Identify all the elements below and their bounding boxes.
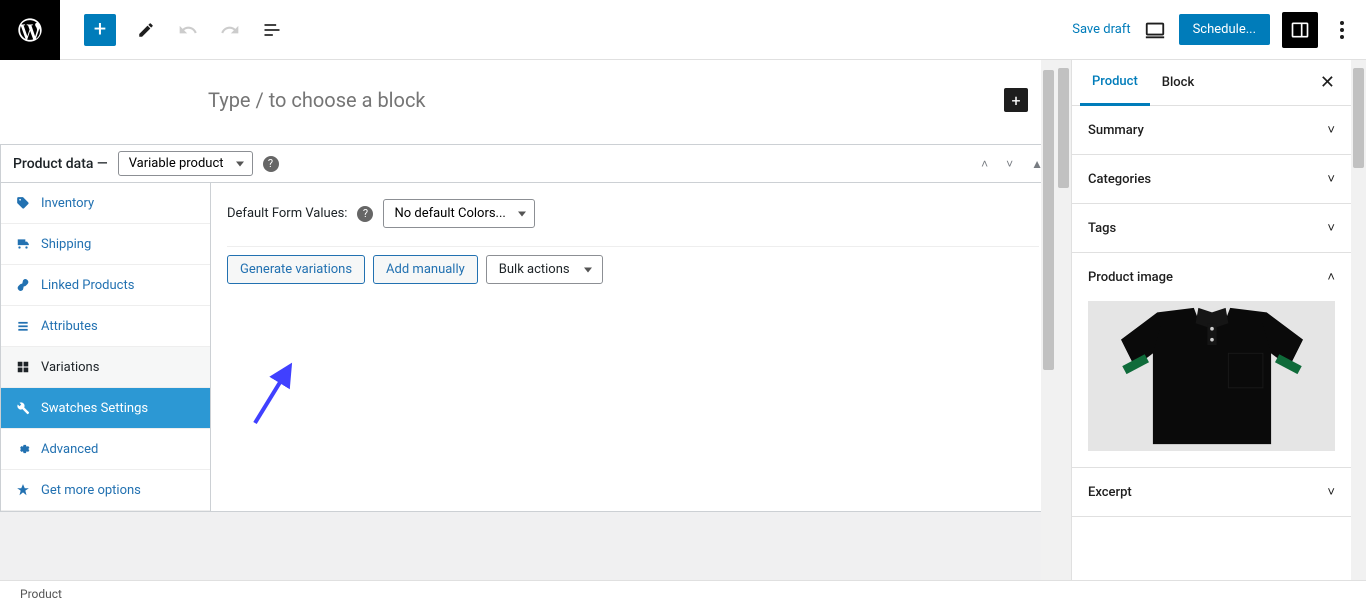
close-icon[interactable]: ✕ (1312, 64, 1343, 101)
gear-icon (15, 441, 31, 457)
tag-icon (15, 195, 31, 211)
product-type-select[interactable]: Variable product (118, 151, 253, 176)
tab-swatches-settings[interactable]: Swatches Settings (1, 388, 210, 429)
outer-scrollbar[interactable] (1056, 60, 1071, 580)
wrench-icon (15, 400, 31, 416)
polo-shirt-graphic (1112, 301, 1312, 451)
undo-icon (176, 18, 200, 42)
add-block-button[interactable]: + (84, 14, 116, 46)
chevron-down-icon: ˅ (1327, 171, 1335, 187)
tab-inventory[interactable]: Inventory (1, 183, 210, 224)
settings-sidebar: Product Block ✕ Summary˅ Categories˅ Tag… (1071, 60, 1351, 580)
panel-collapse-controls: ˄ ˅ ▲ (981, 157, 1043, 171)
generate-variations-button[interactable]: Generate variations (227, 255, 365, 284)
default-form-values-label: Default Form Values: (227, 206, 347, 221)
tab-advanced[interactable]: Advanced (1, 429, 210, 470)
default-form-values-row: Default Form Values: ? No default Colors… (227, 199, 1039, 228)
truck-icon (15, 236, 31, 252)
panel-summary[interactable]: Summary˅ (1072, 106, 1351, 155)
tab-linked-products[interactable]: Linked Products (1, 265, 210, 306)
chevron-down-icon[interactable]: ˅ (1006, 157, 1013, 171)
list-icon (15, 318, 31, 334)
tab-variations[interactable]: Variations (1, 347, 210, 388)
product-data-tabs: Inventory Shipping Linked Products Attri… (1, 183, 211, 511)
product-data-label: Product data — (13, 156, 108, 172)
grid-icon (15, 359, 31, 375)
list-view-icon[interactable] (260, 18, 284, 42)
product-image-box[interactable] (1072, 301, 1351, 468)
inline-add-block-button[interactable]: + (1004, 88, 1028, 112)
editor-content: Type / to choose a block + Product data … (0, 60, 1056, 580)
add-manually-button[interactable]: Add manually (373, 255, 478, 284)
sidebar-tab-block[interactable]: Block (1150, 61, 1206, 104)
chevron-up-icon: ˄ (1327, 269, 1335, 285)
settings-sidebar-toggle[interactable] (1282, 12, 1318, 48)
product-data-header: Product data — Variable product ? ˄ ˅ ▲ (1, 145, 1055, 183)
product-data-body: Inventory Shipping Linked Products Attri… (1, 183, 1055, 511)
variations-actions-row: Generate variations Add manually Bulk ac… (227, 246, 1039, 284)
editor-toolbar-icons (134, 18, 284, 42)
chevron-down-icon: ˅ (1327, 484, 1335, 500)
save-draft-link[interactable]: Save draft (1072, 22, 1130, 37)
help-icon[interactable]: ? (263, 156, 279, 172)
link-icon (15, 277, 31, 293)
default-form-values-select[interactable]: No default Colors... (383, 199, 534, 228)
tab-get-more-options[interactable]: Get more options (1, 470, 210, 511)
bulk-actions-select[interactable]: Bulk actions (486, 255, 603, 284)
top-toolbar: + Save draft Schedule... (0, 0, 1366, 60)
panel-categories[interactable]: Categories˅ (1072, 155, 1351, 204)
footer-breadcrumb: Product (0, 580, 1366, 607)
panel-excerpt[interactable]: Excerpt˅ (1072, 468, 1351, 517)
main-area: Type / to choose a block + Product data … (0, 60, 1366, 580)
chevron-down-icon: ˅ (1327, 220, 1335, 236)
breadcrumb-item[interactable]: Product (20, 587, 62, 601)
chevron-down-icon: ˅ (1327, 122, 1335, 138)
product-image-preview[interactable] (1088, 301, 1335, 451)
help-icon[interactable]: ? (357, 206, 373, 222)
more-options-icon[interactable] (1330, 12, 1354, 48)
sidebar-scrollbar[interactable] (1351, 60, 1366, 580)
topbar-right: Save draft Schedule... (1072, 12, 1366, 48)
tab-attributes[interactable]: Attributes (1, 306, 210, 347)
sidebar-tab-product[interactable]: Product (1080, 60, 1150, 106)
editor: Type / to choose a block + Product data … (0, 60, 1056, 580)
preview-icon[interactable] (1143, 18, 1167, 42)
block-placeholder-text[interactable]: Type / to choose a block (208, 88, 848, 112)
chevron-up-icon[interactable]: ˄ (981, 157, 988, 171)
edit-icon[interactable] (134, 18, 158, 42)
editor-scrollbar[interactable] (1041, 60, 1056, 580)
schedule-button[interactable]: Schedule... (1179, 14, 1270, 45)
redo-icon (218, 18, 242, 42)
variations-content: Default Form Values: ? No default Colors… (211, 183, 1055, 511)
product-data-panel: Product data — Variable product ? ˄ ˅ ▲ … (0, 144, 1056, 512)
wordpress-logo[interactable] (0, 0, 60, 60)
panel-product-image[interactable]: Product image˄ (1072, 253, 1351, 301)
block-area: Type / to choose a block + (0, 60, 1056, 144)
star-icon (15, 482, 31, 498)
tab-shipping[interactable]: Shipping (1, 224, 210, 265)
panel-tags[interactable]: Tags˅ (1072, 204, 1351, 253)
sidebar-tabs: Product Block ✕ (1072, 60, 1351, 106)
